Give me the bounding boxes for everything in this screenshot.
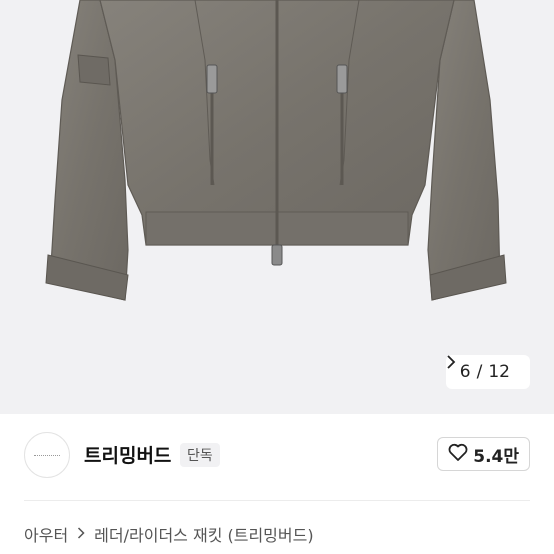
breadcrumb-subcategory[interactable]: 레더/라이더스 재킷 (트리밍버드) xyxy=(94,522,313,546)
breadcrumb-category[interactable]: 아우터 xyxy=(24,522,68,546)
like-button[interactable]: 5.4만 xyxy=(437,437,530,471)
avatar-placeholder-icon xyxy=(34,454,60,456)
image-counter-total: 12 xyxy=(488,362,510,382)
exclusive-badge: 단독 xyxy=(180,443,220,467)
image-counter[interactable]: 6 / 12 xyxy=(445,355,530,389)
image-counter-current: 6 xyxy=(459,362,471,382)
breadcrumb: 아우터 레더/라이더스 재킷 (트리밍버드) xyxy=(24,522,314,546)
divider xyxy=(24,500,530,501)
seller-name[interactable]: 트리밍버드 xyxy=(84,441,171,468)
image-counter-separator: / xyxy=(476,362,483,382)
product-image xyxy=(45,0,507,301)
product-image-gallery[interactable]: 6 / 12 xyxy=(0,0,554,414)
like-count: 5.4만 xyxy=(473,446,519,467)
seller-avatar[interactable] xyxy=(24,432,70,478)
chevron-right-icon xyxy=(77,525,85,543)
heart-outline-icon xyxy=(448,443,468,466)
